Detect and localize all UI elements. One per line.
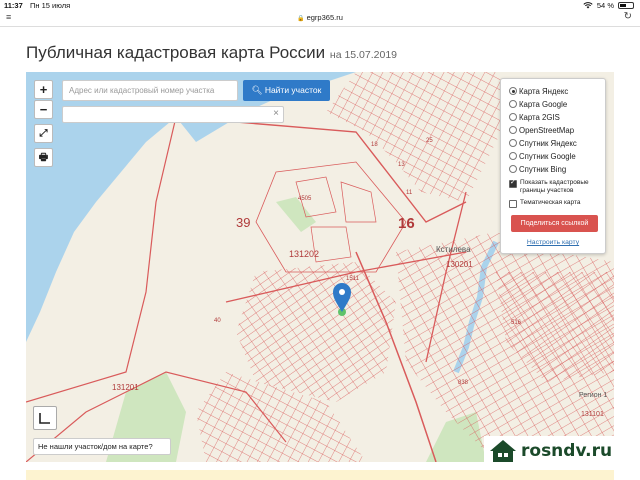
label-block-39: 39 — [236, 215, 250, 230]
layers-toggle-button[interactable] — [33, 406, 57, 430]
radio-icon[interactable] — [509, 87, 517, 95]
page-title: Публичная кадастровая карта России на 15… — [26, 43, 397, 63]
layer-label: Карта Google — [519, 99, 568, 109]
secondary-input[interactable]: × — [62, 106, 284, 123]
layer-label: Спутник Яндекс — [519, 138, 577, 148]
watermark: rosndv.ru — [484, 436, 632, 466]
label-13: 13 — [398, 162, 405, 168]
zoom-out-button[interactable]: − — [34, 100, 53, 119]
bottom-notice-strip — [26, 470, 614, 480]
status-time: 11:37 — [4, 1, 23, 10]
reload-icon[interactable]: ↻ — [624, 11, 632, 22]
layer-label: OpenStreetMap — [519, 125, 575, 135]
label-4505: 4505 — [298, 196, 312, 202]
find-parcel-label: Найти участок — [264, 85, 322, 95]
layer-option-yandex-map[interactable]: Карта Яндекс — [509, 85, 568, 97]
layer-label: Карта 2GIS — [519, 112, 560, 122]
print-button[interactable]: 🖶 — [34, 148, 53, 167]
thematic-map-toggle[interactable]: Тематическая карта — [509, 199, 581, 208]
label-block-16: 16 — [398, 215, 415, 232]
checkbox-icon[interactable] — [509, 179, 517, 188]
cadastral-borders-label: Показать кадастровые границы участков — [520, 179, 589, 194]
cadastral-borders-toggle[interactable]: Показать кадастровые границы участков — [509, 179, 604, 195]
label-18: 18 — [371, 142, 378, 148]
cadastral-map[interactable]: 39 16 131202 130201 131201 Кстилева Реги… — [26, 72, 614, 462]
printer-icon: 🖶 — [38, 152, 49, 163]
clear-icon[interactable]: × — [273, 108, 279, 119]
url-text: egrp365.ru — [306, 13, 343, 22]
share-link-button[interactable]: Поделиться ссылкой — [511, 215, 598, 232]
layer-option-osm[interactable]: OpenStreetMap — [509, 124, 574, 136]
layer-option-yandex-sat[interactable]: Спутник Яндекс — [509, 137, 577, 149]
radio-icon[interactable] — [509, 139, 517, 147]
layer-label: Карта Яндекс — [519, 86, 569, 96]
screen: 11:37 Пн 15 июля 54 % ≡ 🔒 egrp365.ru ↻ Пу… — [0, 0, 640, 480]
search-input[interactable] — [62, 80, 238, 101]
label-40: 40 — [214, 318, 221, 324]
label-region: Регион 1 — [579, 392, 607, 399]
label-quarter-131201: 131201 — [112, 383, 139, 392]
radio-icon[interactable] — [509, 100, 517, 108]
fullscreen-button[interactable]: ⤢ — [34, 124, 53, 143]
label-11: 11 — [406, 190, 413, 196]
layer-label: Спутник Google — [519, 151, 576, 161]
url-display[interactable]: 🔒 egrp365.ru — [0, 13, 640, 22]
battery-percent: 54 % — [596, 1, 614, 10]
label-25: 25 — [426, 138, 433, 144]
layer-option-2gis[interactable]: Карта 2GIS — [509, 111, 560, 123]
search-icon: 🔍︎ — [251, 85, 263, 95]
zoom-in-button[interactable]: + — [34, 80, 53, 99]
layer-option-bing-sat[interactable]: Спутник Bing — [509, 163, 566, 175]
label-838: 838 — [458, 380, 469, 386]
page-title-text: Публичная кадастровая карта России — [26, 43, 326, 62]
wifi-icon — [583, 2, 593, 9]
browser-divider — [0, 26, 640, 27]
radio-icon[interactable] — [509, 165, 517, 173]
radio-icon[interactable] — [509, 152, 517, 160]
label-quarter-130201: 130201 — [446, 260, 473, 269]
thematic-map-label: Тематическая карта — [520, 199, 581, 206]
not-found-link[interactable]: Не нашли участок/дом на карте? — [33, 438, 171, 455]
battery-icon — [618, 2, 634, 9]
status-right: 54 % — [583, 1, 634, 10]
label-quarter-131202: 131202 — [289, 249, 319, 259]
status-date: Пн 15 июля — [30, 1, 71, 10]
find-parcel-button[interactable]: 🔍︎ Найти участок — [243, 80, 330, 101]
radio-icon[interactable] — [509, 113, 517, 121]
configure-map-link[interactable]: Настроить карту — [501, 239, 605, 246]
layers-icon — [39, 413, 50, 424]
label-131101: 131101 — [581, 411, 604, 418]
layer-option-google-sat[interactable]: Спутник Google — [509, 150, 576, 162]
browser-url-bar: ≡ 🔒 egrp365.ru ↻ — [0, 11, 640, 25]
layer-label: Спутник Bing — [519, 164, 567, 174]
house-logo-icon — [490, 440, 516, 462]
layer-option-google-map[interactable]: Карта Google — [509, 98, 567, 110]
layer-panel: Карта Яндекс Карта Google Карта 2GIS Ope… — [500, 78, 606, 254]
label-settlement: Кстилева — [436, 245, 471, 254]
checkbox-icon[interactable] — [509, 200, 517, 208]
page-title-date: на 15.07.2019 — [329, 49, 397, 61]
radio-icon[interactable] — [509, 126, 517, 134]
lock-icon: 🔒 — [297, 16, 305, 22]
label-516: 516 — [511, 320, 522, 326]
watermark-text: rosndv.ru — [521, 441, 613, 461]
expand-icon: ⤢ — [39, 128, 48, 139]
label-1511: 1511 — [346, 276, 360, 282]
